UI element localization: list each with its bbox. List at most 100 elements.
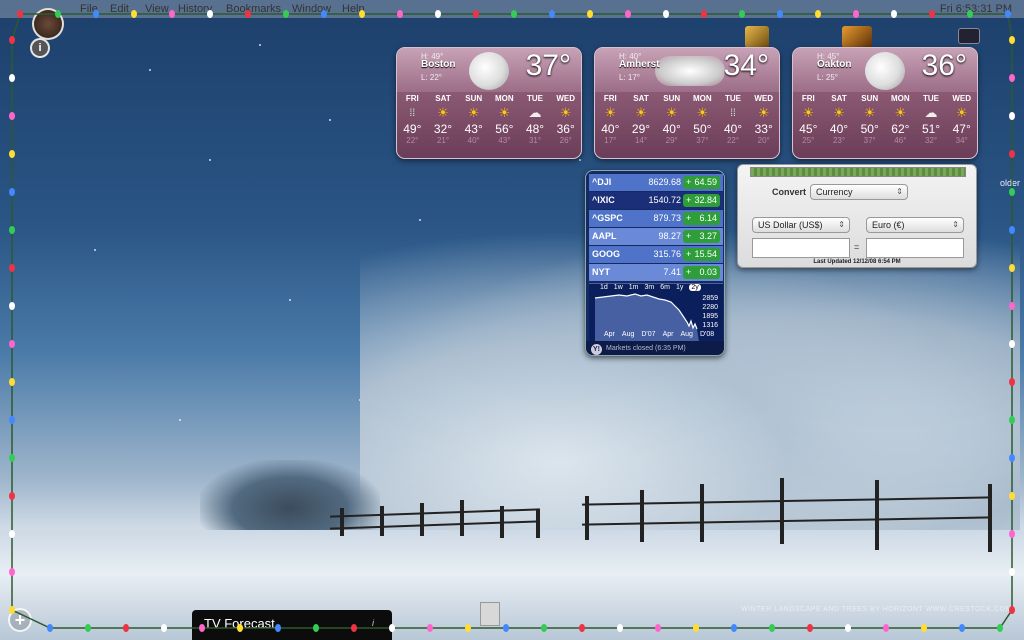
from-unit-select[interactable]: US Dollar (US$) bbox=[752, 217, 850, 233]
forecast-day-name: WED bbox=[754, 94, 774, 103]
moon-icon bbox=[865, 52, 905, 90]
converter-header-stripe bbox=[750, 167, 966, 177]
forecast-day-name: WED bbox=[952, 94, 972, 103]
forecast-high: 40° bbox=[601, 122, 620, 136]
menu-file[interactable]: File bbox=[80, 3, 98, 15]
desktop-item-icon[interactable] bbox=[745, 26, 769, 48]
weather-widget[interactable]: H: 49° L: 22° Boston 37° FRI ⁞⁞ 49° 22° … bbox=[396, 47, 582, 159]
stock-symbol: NYT bbox=[592, 267, 610, 277]
weather-lo: L: 22° bbox=[421, 73, 442, 82]
sun-icon: ☀ bbox=[894, 105, 907, 120]
forecast-high: 48° bbox=[525, 122, 545, 136]
stock-change-value: 15.54 bbox=[694, 249, 717, 259]
forecast-high: 50° bbox=[860, 122, 879, 136]
desktop-item-label[interactable]: older bbox=[1000, 178, 1020, 188]
menu-bookmarks[interactable]: Bookmarks bbox=[226, 3, 281, 15]
stock-change[interactable]: +64.59 bbox=[683, 176, 720, 189]
stock-row[interactable]: NYT 7.41 +0.03 bbox=[589, 264, 723, 281]
range-3m[interactable]: 3m bbox=[644, 284, 654, 291]
stock-change[interactable]: +0.03 bbox=[683, 266, 720, 279]
forecast-low: 22° bbox=[406, 136, 419, 145]
weather-city: Boston bbox=[421, 59, 456, 70]
add-widget-button[interactable]: + bbox=[8, 608, 32, 632]
menu-view[interactable]: View bbox=[145, 3, 169, 15]
stock-row[interactable]: GOOG 315.76 +15.54 bbox=[589, 246, 723, 263]
forecast-high: 40° bbox=[662, 122, 681, 136]
chart-x-values: Apr Aug D'07 Apr Aug D'08 bbox=[604, 331, 714, 338]
sun-icon: ☀ bbox=[604, 105, 617, 120]
stock-row[interactable]: ^GSPC 879.73 +6.14 bbox=[589, 210, 723, 227]
forecast-low: 17° bbox=[604, 136, 617, 145]
stock-change[interactable]: +6.14 bbox=[683, 212, 720, 225]
forecast-high: 40° bbox=[829, 122, 849, 136]
rain-icon: ⁞⁞ bbox=[409, 107, 416, 119]
stock-change-value: 3.27 bbox=[699, 231, 717, 241]
weather-widget[interactable]: H: 40° L: 17° Amherst 34° FRI ☀ 40° 17° … bbox=[594, 47, 780, 159]
range-selector: 1d 1w 1m 3m 6m 1y 2y bbox=[600, 284, 701, 291]
sun-icon: ☀ bbox=[559, 105, 572, 120]
weather-lo: L: 17° bbox=[619, 73, 640, 82]
cloud-icon: ☁ bbox=[528, 105, 542, 120]
snow-field bbox=[0, 530, 1024, 640]
stock-row[interactable]: AAPL 98.27 +3.27 bbox=[589, 228, 723, 245]
menu-clock[interactable]: Fri 6:53:31 PM bbox=[940, 3, 1012, 15]
desktop-item-icon[interactable] bbox=[958, 28, 980, 44]
menu-window[interactable]: Window bbox=[292, 3, 331, 15]
stock-change-value: 0.03 bbox=[699, 267, 717, 277]
stock-change[interactable]: +32.84 bbox=[683, 194, 720, 207]
range-1y[interactable]: 1y bbox=[676, 284, 683, 291]
chart-y-values: 2859 2280 1895 1316 bbox=[702, 294, 718, 330]
avatar[interactable] bbox=[32, 8, 64, 40]
unit-converter-widget[interactable]: Convert Currency US Dollar (US$) Euro (€… bbox=[737, 164, 977, 268]
to-unit-select[interactable]: Euro (€) bbox=[866, 217, 964, 233]
range-2y[interactable]: 2y bbox=[689, 284, 701, 291]
range-6m[interactable]: 6m bbox=[660, 284, 670, 291]
chart-y-tick: 2280 bbox=[702, 304, 718, 311]
menu-help[interactable]: Help bbox=[342, 3, 365, 15]
tv-forecast-widget[interactable]: TV Forecast i bbox=[192, 610, 392, 640]
forecast-high: 45° bbox=[799, 122, 818, 136]
sun-icon: ☀ bbox=[437, 105, 449, 120]
to-value-input[interactable] bbox=[866, 238, 964, 258]
desktop-item-icon[interactable] bbox=[842, 26, 872, 48]
menu-history[interactable]: History bbox=[178, 3, 212, 15]
chart-x-tick: D'07 bbox=[641, 331, 656, 338]
forecast-low: 22° bbox=[726, 136, 740, 145]
cloud-icon bbox=[655, 56, 725, 86]
range-1m[interactable]: 1m bbox=[629, 284, 639, 291]
chart-x-tick: Aug bbox=[680, 331, 693, 338]
stock-change[interactable]: +3.27 bbox=[683, 230, 720, 243]
info-button[interactable]: i bbox=[30, 38, 50, 58]
forecast-day: SAT ☀ 32° 21° bbox=[428, 92, 459, 145]
document-icon[interactable] bbox=[480, 602, 500, 626]
tv-forecast-title: TV Forecast bbox=[204, 616, 275, 631]
menu-edit[interactable]: Edit bbox=[110, 3, 129, 15]
sun-icon: ☀ bbox=[863, 105, 876, 120]
category-select[interactable]: Currency bbox=[810, 184, 908, 200]
stock-row[interactable]: ^DJI 8629.68 +64.59 bbox=[589, 174, 723, 191]
range-1d[interactable]: 1d bbox=[600, 284, 608, 291]
sun-icon: ☀ bbox=[467, 105, 480, 120]
forecast-row: FRI ☀ 40° 17° SAT ☀ 29° 14° SUN ☀ 40° 29… bbox=[595, 92, 779, 145]
yahoo-icon[interactable]: Y! bbox=[591, 344, 602, 355]
forecast-high: 40° bbox=[723, 122, 743, 136]
stock-price: 315.76 bbox=[653, 249, 681, 259]
sun-icon: ☀ bbox=[498, 105, 511, 120]
forecast-day: WED ☀ 47° 34° bbox=[946, 92, 977, 145]
weather-widget[interactable]: H: 45° L: 25° Oakton 36° FRI ☀ 45° 25° S… bbox=[792, 47, 978, 159]
forecast-high: 62° bbox=[891, 122, 910, 136]
forecast-low: 29° bbox=[665, 136, 678, 145]
stocks-widget[interactable]: ^DJI 8629.68 +64.59 ^IXIC 1540.72 +32.84… bbox=[585, 170, 725, 356]
forecast-high: 51° bbox=[921, 122, 941, 136]
forecast-low: 14° bbox=[634, 136, 648, 145]
sun-icon: ☀ bbox=[833, 105, 845, 120]
stock-change[interactable]: +15.54 bbox=[683, 248, 720, 261]
tv-info-button[interactable]: i bbox=[372, 618, 374, 628]
forecast-high: 56° bbox=[495, 122, 514, 136]
last-updated: Last Updated 12/12/08 6:54 PM bbox=[813, 259, 901, 265]
range-1w[interactable]: 1w bbox=[614, 284, 623, 291]
stock-row[interactable]: ^IXIC 1540.72 +32.84 bbox=[589, 192, 723, 209]
stock-price: 7.41 bbox=[663, 267, 681, 277]
chart-y-tick: 1895 bbox=[702, 313, 718, 320]
from-value-input[interactable] bbox=[752, 238, 850, 258]
